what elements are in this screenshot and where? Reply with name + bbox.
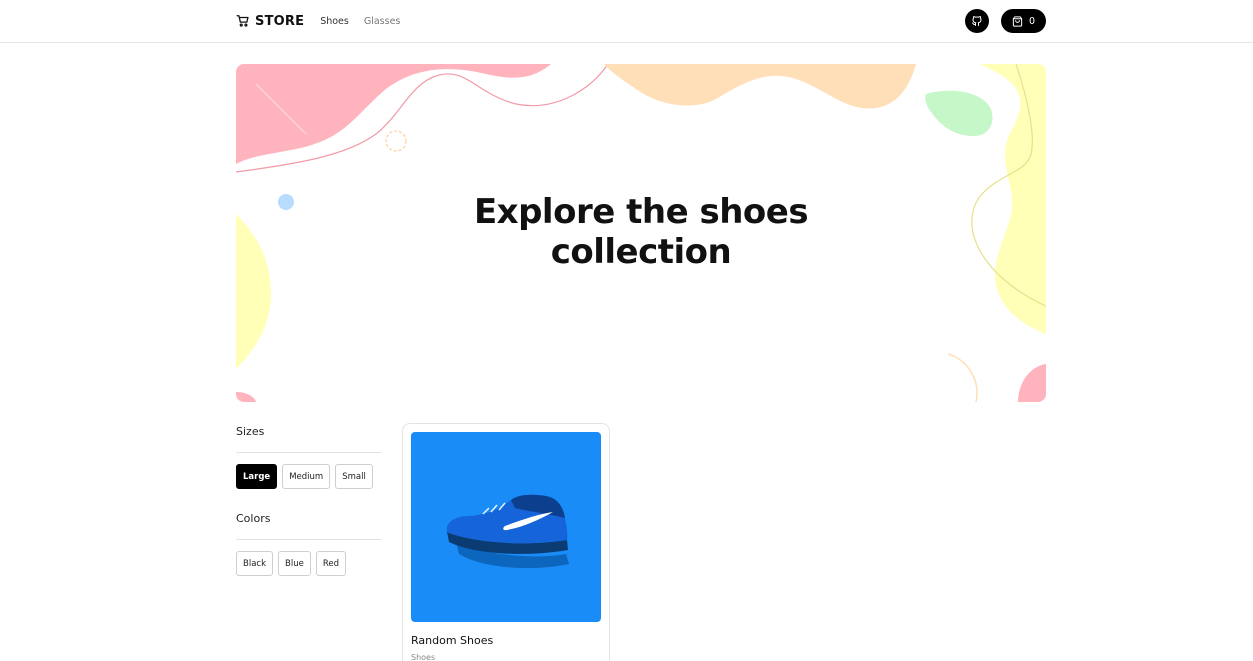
top-navbar: STORE Shoes Glasses 0 xyxy=(0,0,1253,43)
sizes-filter-title: Sizes xyxy=(236,425,265,438)
hero-banner: Explore the shoes collection xyxy=(236,64,1046,402)
nav-link-glasses[interactable]: Glasses xyxy=(364,16,401,27)
product-image xyxy=(411,432,601,622)
main-nav: Shoes Glasses xyxy=(320,16,415,27)
store-logo-text: STORE xyxy=(255,13,305,29)
colors-filter-title: Colors xyxy=(236,512,271,525)
colors-filter: Colors Black Blue Red xyxy=(236,507,381,576)
navbar-container: STORE Shoes Glasses 0 xyxy=(236,0,1046,42)
pink-bottom-left-shape xyxy=(236,392,256,402)
nav-link-shoes[interactable]: Shoes xyxy=(320,16,349,27)
sizes-filter: Sizes Large Medium Small xyxy=(236,420,381,489)
cart-icon xyxy=(236,15,249,27)
header-actions: 0 xyxy=(965,9,1046,33)
size-option-medium[interactable]: Medium xyxy=(282,464,331,489)
green-leaf-shape xyxy=(925,90,993,136)
store-logo-link[interactable]: STORE xyxy=(236,14,304,29)
product-category: Shoes xyxy=(411,653,436,661)
cart-count: 0 xyxy=(1028,15,1036,27)
peach-blob-shape xyxy=(604,64,916,109)
filters-sidebar: Sizes Large Medium Small Colors Black Bl… xyxy=(236,420,381,576)
hero-title-line-1: Explore the shoes xyxy=(473,192,809,232)
github-button[interactable] xyxy=(965,9,989,33)
size-options: Large Medium Small xyxy=(236,464,381,489)
sizes-divider xyxy=(236,452,381,453)
color-option-black[interactable]: Black xyxy=(236,551,273,576)
product-card[interactable]: Random Shoes Shoes xyxy=(402,423,610,661)
pink-bottom-right-shape xyxy=(1018,364,1046,402)
peach-arc-line xyxy=(947,353,978,402)
color-option-red[interactable]: Red xyxy=(315,551,346,576)
color-option-blue[interactable]: Blue xyxy=(278,551,311,576)
size-option-small[interactable]: Small xyxy=(335,464,373,489)
size-option-large[interactable]: Large xyxy=(236,464,278,489)
shopping-bag-icon xyxy=(1012,15,1023,27)
dashed-circle-shape xyxy=(385,130,407,152)
hero-title: Explore the shoes collection xyxy=(236,192,1046,272)
product-name[interactable]: Random Shoes xyxy=(411,634,493,647)
github-icon xyxy=(972,16,982,26)
color-options: Black Blue Red xyxy=(236,551,381,576)
sneaker-image xyxy=(446,494,569,569)
pink-blob-shape xyxy=(236,64,551,164)
colors-divider xyxy=(236,539,381,540)
cart-button[interactable]: 0 xyxy=(1001,9,1046,33)
hero-title-line-2: collection xyxy=(550,232,732,272)
